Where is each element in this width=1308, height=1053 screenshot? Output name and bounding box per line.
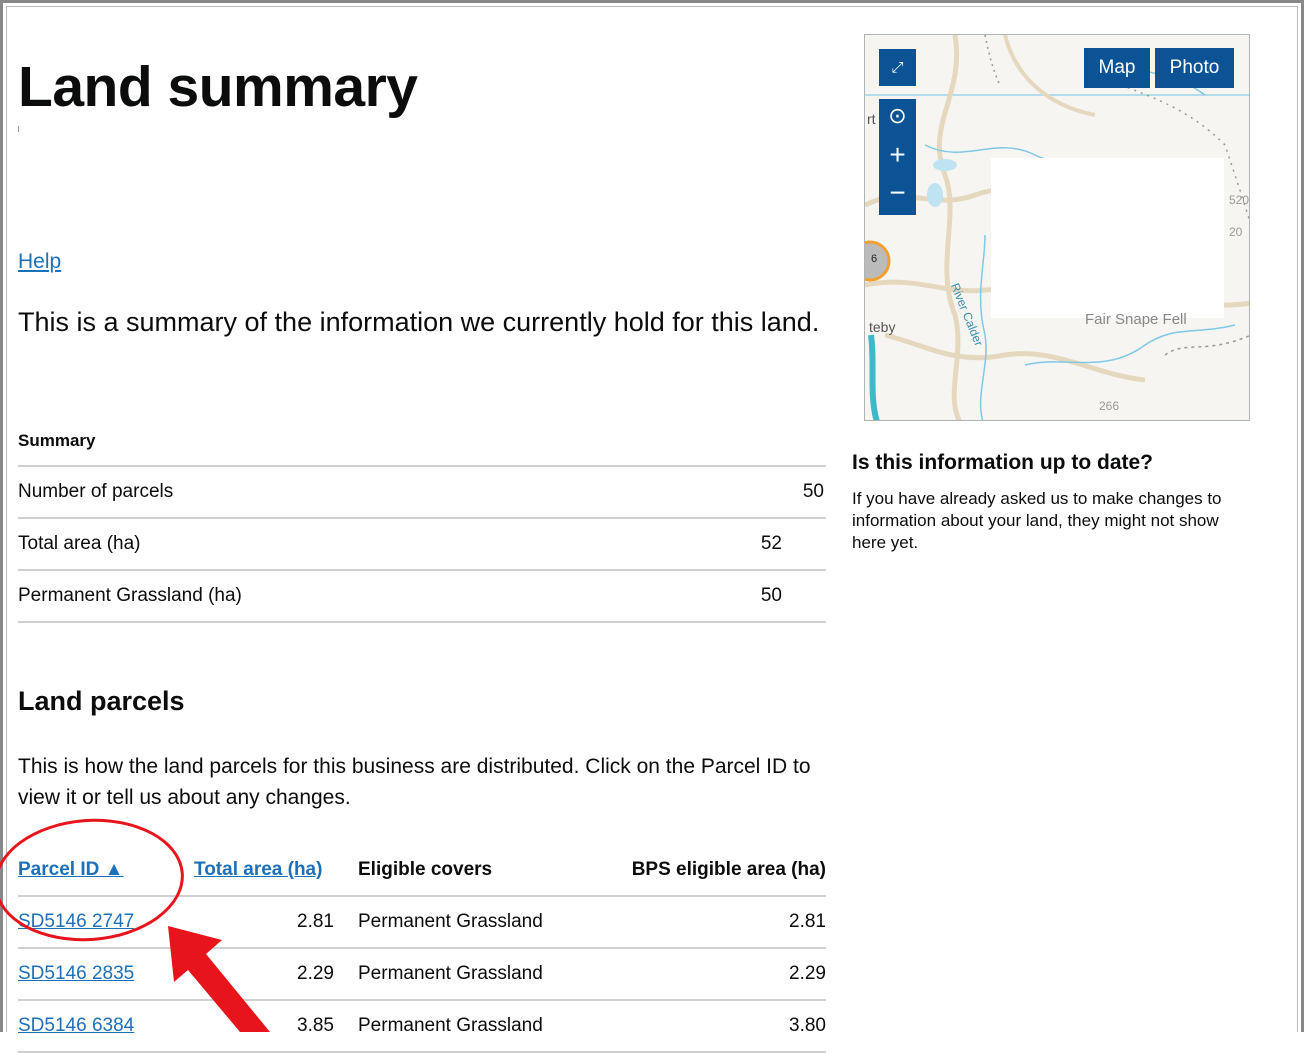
map-label: rt	[867, 111, 876, 127]
redaction	[782, 533, 824, 554]
parcel-id-link[interactable]: SD5146 2835	[18, 963, 134, 984]
parcel-id-link[interactable]: SD5146 6384	[18, 1015, 134, 1036]
eligible-covers-header: Eligible covers	[334, 844, 586, 897]
summary-value-text: 52	[760, 533, 782, 554]
bps-area-header: BPS eligible area (ha)	[586, 844, 826, 897]
page-intro: This is a summary of the information we …	[18, 307, 820, 337]
land-parcels-intro: This is how the land parcels for this bu…	[18, 755, 811, 809]
table-row: SD5146 2835 2.29 Permanent Grassland 2.2…	[18, 948, 826, 1001]
map-height-label: 20	[1229, 225, 1243, 239]
summary-caption: Summary	[18, 431, 96, 450]
map-cluster-count: 6	[871, 253, 878, 265]
land-map[interactable]: ⤢ Map Photo ⊙ + − rt 6 teby River Calder…	[864, 34, 1250, 421]
summary-label: Permanent Grassland (ha)	[18, 569, 646, 623]
cursor-mark	[18, 126, 22, 132]
eligible-cover-cell: Permanent Grassland	[334, 896, 586, 949]
summary-value-text: 50	[760, 585, 782, 606]
update-notice-title: Is this information up to date?	[852, 451, 1153, 474]
locate-icon[interactable]: ⊙	[879, 103, 916, 135]
total-area-sort-link[interactable]: Total area (ha)	[194, 859, 322, 880]
summary-table: Number of parcels 50 Total area (ha) 52 …	[18, 465, 826, 623]
summary-value: 50	[645, 569, 826, 623]
summary-row: Permanent Grassland (ha) 50	[18, 569, 826, 623]
photo-view-button[interactable]: Photo	[1155, 48, 1234, 88]
map-label: teby	[869, 319, 896, 335]
update-notice-text: If you have already asked us to make cha…	[852, 489, 1222, 552]
map-view-button[interactable]: Map	[1084, 48, 1150, 88]
bps-area-cell: 2.81	[586, 896, 826, 949]
bps-area-cell: 3.80	[586, 1000, 826, 1053]
map-redaction	[991, 158, 1224, 318]
land-parcels-heading: Land parcels	[18, 686, 185, 716]
summary-value: 52	[645, 517, 826, 570]
map-zoom-controls: ⊙ + −	[879, 99, 916, 215]
redaction	[782, 585, 824, 606]
summary-label: Number of parcels	[18, 465, 646, 518]
map-height-label: 520	[1229, 193, 1250, 207]
annotation-arrow-icon	[168, 926, 270, 1032]
bps-area-cell: 2.29	[586, 948, 826, 1001]
summary-row: Number of parcels 50	[18, 465, 826, 518]
eligible-cover-cell: Permanent Grassland	[334, 948, 586, 1001]
zoom-out-button[interactable]: −	[879, 177, 916, 209]
summary-row: Total area (ha) 52	[18, 517, 826, 570]
map-fell-label: Fair Snape Fell	[1085, 311, 1187, 328]
page-title: Land summary	[18, 55, 418, 119]
table-row: SD5146 6384 3.85 Permanent Grassland 3.8…	[18, 1000, 826, 1053]
help-link[interactable]: Help	[18, 250, 61, 274]
eligible-cover-cell: Permanent Grassland	[334, 1000, 586, 1053]
summary-value: 50	[645, 465, 826, 518]
zoom-in-button[interactable]: +	[879, 139, 916, 171]
fullscreen-icon[interactable]: ⤢	[879, 49, 916, 86]
map-spot-height: 266	[1099, 399, 1120, 413]
summary-label: Total area (ha)	[18, 517, 646, 570]
total-area-sort-header[interactable]: Total area (ha)	[194, 844, 334, 897]
